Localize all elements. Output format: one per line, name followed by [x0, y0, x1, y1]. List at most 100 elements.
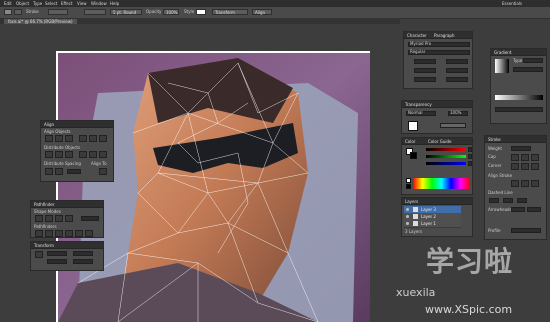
- gradient-type-select[interactable]: [523, 58, 543, 63]
- merge-button[interactable]: [55, 230, 63, 237]
- outline-button[interactable]: [75, 230, 83, 237]
- gradient-slider[interactable]: [495, 95, 543, 100]
- black-swatch[interactable]: [406, 184, 411, 189]
- stroke-weight-field[interactable]: [48, 9, 68, 15]
- brush-definition-select[interactable]: 5 pt. Round: [110, 9, 142, 15]
- distribute-vcenter-button[interactable]: [55, 151, 63, 158]
- end-arrowhead-select[interactable]: [527, 207, 541, 212]
- align-right-button[interactable]: [65, 135, 73, 142]
- transform-panel-header[interactable]: Transform: [31, 242, 103, 249]
- align-inside-stroke-button[interactable]: [521, 180, 529, 187]
- align-bottom-button[interactable]: [99, 135, 107, 142]
- minus-back-button[interactable]: [85, 230, 93, 237]
- butt-cap-button[interactable]: [511, 154, 519, 161]
- round-join-button[interactable]: [521, 163, 529, 170]
- x-field[interactable]: [47, 251, 67, 256]
- vertical-spacing-button[interactable]: [45, 168, 53, 175]
- projecting-cap-button[interactable]: [531, 154, 539, 161]
- white-swatch[interactable]: [406, 178, 411, 183]
- trim-button[interactable]: [45, 230, 53, 237]
- width-field[interactable]: [73, 251, 93, 256]
- start-arrowhead-select[interactable]: [511, 207, 525, 212]
- graphic-style-select[interactable]: [196, 9, 206, 15]
- minus-front-button[interactable]: [45, 215, 53, 222]
- crop-button[interactable]: [65, 230, 73, 237]
- align-to-select[interactable]: [99, 168, 107, 175]
- eye-icon[interactable]: [406, 215, 409, 218]
- miter-join-button[interactable]: [511, 163, 519, 170]
- tracking-field[interactable]: [446, 68, 468, 73]
- color-tab[interactable]: Color: [405, 139, 415, 144]
- menu-edit[interactable]: Edit: [4, 1, 12, 6]
- gradient-location-field[interactable]: [495, 107, 543, 112]
- transform-button[interactable]: Transform: [212, 9, 248, 15]
- stroke-color-control[interactable]: [14, 9, 22, 15]
- layers-panel-header[interactable]: Layers: [402, 198, 472, 205]
- menu-select[interactable]: Select: [45, 1, 57, 6]
- divide-button[interactable]: [35, 230, 43, 237]
- bevel-join-button[interactable]: [531, 163, 539, 170]
- align-center-button[interactable]: [55, 135, 63, 142]
- distribute-left-button[interactable]: [79, 151, 87, 158]
- align-middle-button[interactable]: [89, 135, 97, 142]
- paragraph-tab[interactable]: Paragraph: [434, 33, 455, 38]
- gradient-panel-header[interactable]: Gradient: [491, 49, 546, 56]
- y-field[interactable]: [47, 259, 67, 264]
- blue-slider[interactable]: [426, 162, 466, 165]
- gradient-preview[interactable]: [495, 59, 509, 73]
- menu-view[interactable]: View: [77, 1, 87, 6]
- red-slider[interactable]: [426, 148, 466, 151]
- red-field[interactable]: [468, 147, 472, 152]
- horizontal-spacing-button[interactable]: [55, 168, 63, 175]
- kerning-field[interactable]: [414, 68, 436, 73]
- color-panel-header[interactable]: Color Color Guide: [402, 138, 472, 145]
- gap-1-field[interactable]: [503, 198, 513, 203]
- font-size-field[interactable]: [414, 59, 436, 64]
- expand-button[interactable]: [81, 216, 99, 221]
- vertical-scale-field[interactable]: [414, 77, 436, 82]
- align-button[interactable]: Align: [252, 9, 272, 15]
- document-tab[interactable]: face.ai* @ 66.7% (RGB/Preview): [4, 19, 77, 24]
- exclude-button[interactable]: [65, 215, 73, 222]
- stroke-swatch[interactable]: [410, 152, 417, 159]
- align-top-button[interactable]: [79, 135, 87, 142]
- transparency-panel-header[interactable]: Transparency: [402, 101, 472, 108]
- gradient-angle-field[interactable]: [513, 67, 543, 72]
- dash-2-field[interactable]: [517, 198, 527, 203]
- green-slider[interactable]: [426, 155, 466, 158]
- pathfinder-panel-header[interactable]: Pathfinder: [31, 201, 103, 208]
- intersect-button[interactable]: [55, 215, 63, 222]
- make-mask-button[interactable]: [440, 123, 466, 128]
- spacing-value-field[interactable]: [67, 169, 81, 174]
- stroke-panel-header[interactable]: Stroke: [485, 136, 546, 143]
- menu-help[interactable]: Help: [110, 1, 119, 6]
- variable-width-profile[interactable]: [84, 9, 106, 15]
- menu-effect[interactable]: Effect: [61, 1, 73, 6]
- align-center-stroke-button[interactable]: [511, 180, 519, 187]
- opacity-field[interactable]: 100%: [163, 9, 179, 15]
- profile-select[interactable]: [511, 228, 541, 233]
- eye-icon[interactable]: [406, 222, 409, 225]
- blue-field[interactable]: [468, 161, 472, 166]
- color-spectrum[interactable]: [413, 178, 470, 189]
- unite-button[interactable]: [35, 215, 43, 222]
- distribute-top-button[interactable]: [45, 151, 53, 158]
- align-left-button[interactable]: [45, 135, 53, 142]
- workspace-switcher[interactable]: Essentials: [502, 1, 522, 6]
- reference-point-grid[interactable]: [35, 251, 43, 258]
- stroke-weight-input[interactable]: [511, 146, 531, 151]
- align-panel-header[interactable]: Align: [41, 121, 113, 128]
- dash-1-field[interactable]: [489, 198, 499, 203]
- menu-window[interactable]: Window: [91, 1, 107, 6]
- menu-type[interactable]: Type: [33, 1, 42, 6]
- horizontal-scale-field[interactable]: [446, 77, 468, 82]
- fill-color-control[interactable]: [4, 9, 12, 15]
- artwork-canvas[interactable]: [58, 53, 370, 322]
- character-panel-header[interactable]: Character Paragraph: [404, 32, 472, 39]
- distribute-right-button[interactable]: [99, 151, 107, 158]
- character-tab[interactable]: Character: [407, 33, 427, 38]
- menu-object[interactable]: Object: [16, 1, 29, 6]
- align-outside-stroke-button[interactable]: [531, 180, 539, 187]
- distribute-hcenter-button[interactable]: [89, 151, 97, 158]
- round-cap-button[interactable]: [521, 154, 529, 161]
